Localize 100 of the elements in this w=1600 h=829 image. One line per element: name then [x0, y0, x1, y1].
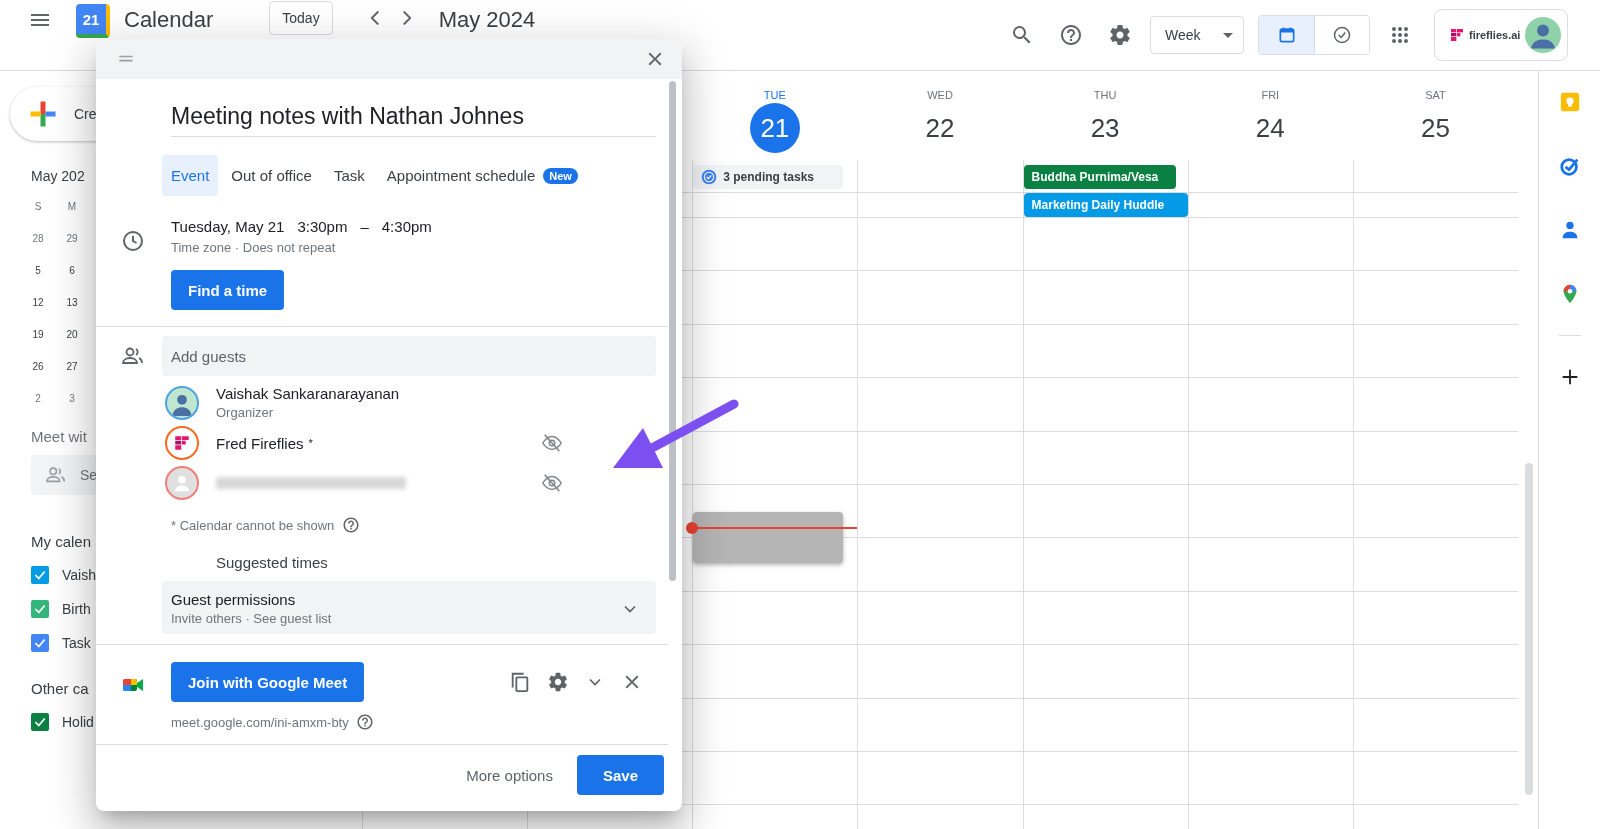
start-time[interactable]: 3:30pm — [297, 218, 348, 235]
previous-button[interactable] — [370, 11, 380, 25]
find-a-time-button[interactable]: Find a time — [171, 270, 285, 310]
guest-name: Fred Fireflies — [216, 434, 304, 452]
next-button[interactable] — [401, 11, 411, 25]
event-type-tab[interactable]: Task — [324, 155, 374, 196]
dropdown-arrow-icon — [1223, 32, 1233, 38]
eye-off-icon — [541, 432, 563, 454]
mini-calendar-day[interactable]: 13 — [55, 292, 89, 314]
checkbox[interactable] — [31, 600, 49, 618]
guest-name: Vaishak Sankaranarayanan — [216, 385, 400, 402]
help-icon[interactable] — [355, 713, 374, 731]
guest-permissions-panel[interactable]: Guest permissions Invite others · See guest list — [162, 581, 656, 634]
tasks-icon[interactable] — [1559, 155, 1581, 177]
weekday-label: SAT — [1425, 89, 1446, 101]
panel-summary: Invite others · See guest list — [171, 611, 332, 626]
day-number[interactable]: 21 — [749, 103, 800, 153]
calendar-name: Holid — [62, 714, 94, 730]
section-heading: Other ca — [31, 680, 89, 697]
help-icon[interactable] — [342, 516, 361, 534]
section-heading: My calen — [31, 533, 92, 550]
time-separator: – — [360, 218, 369, 235]
help-icon[interactable] — [1059, 23, 1083, 47]
settings-icon[interactable] — [547, 671, 569, 693]
event-date[interactable]: Tuesday, May 21 — [171, 218, 285, 235]
event-type-tab[interactable]: Appointment schedule New — [377, 155, 587, 196]
check-icon — [33, 602, 47, 616]
mini-calendar-day[interactable]: 19 — [21, 324, 55, 346]
settings-icon[interactable] — [1108, 23, 1132, 47]
event-type-tab[interactable]: Event — [162, 155, 219, 196]
day-number[interactable]: 25 — [1410, 103, 1461, 153]
brand-name: fireflies.ai — [1469, 29, 1521, 41]
fireflies-logo-icon — [1449, 27, 1465, 43]
task-check-icon — [701, 169, 718, 185]
date-range: May 2024 — [438, 7, 536, 33]
plus-icon — [28, 99, 58, 129]
mini-calendar-day[interactable]: 12 — [21, 292, 55, 314]
weekday-label: WED — [927, 89, 953, 101]
check-icon — [33, 636, 47, 650]
section-heading: Meet wit — [31, 428, 87, 445]
weekday-label: TUE — [763, 89, 786, 101]
scrollbar[interactable] — [1525, 463, 1533, 795]
checkbox[interactable] — [31, 566, 49, 584]
title-field[interactable]: Meeting notes with Nathan Johnes — [171, 97, 656, 137]
avatar-icon — [1525, 17, 1561, 53]
suggested-times[interactable]: Suggested times — [216, 554, 656, 571]
mini-calendar-day[interactable]: 27 — [55, 356, 89, 378]
mini-calendar-day[interactable]: 26 — [21, 356, 55, 378]
weekday-label: S — [33, 200, 43, 214]
mini-calendar-day[interactable]: 6 — [55, 260, 89, 282]
mini-calendar-day[interactable]: 29 — [55, 228, 89, 250]
join-meet-button[interactable]: Join with Google Meet — [171, 662, 365, 702]
today-button[interactable]: Today — [269, 1, 333, 35]
mini-calendar-day[interactable]: 3 — [55, 388, 89, 410]
more-options-button[interactable]: More options — [460, 765, 559, 785]
mini-calendar-month: May 202 — [31, 168, 85, 184]
mini-calendar-day[interactable]: 28 — [21, 228, 55, 250]
eye-off-icon — [541, 472, 563, 494]
end-time[interactable]: 4:30pm — [381, 218, 432, 235]
copy-icon[interactable] — [509, 671, 531, 693]
footnote-marker: * — [308, 437, 313, 449]
weekday-label: THU — [1093, 89, 1117, 101]
account-chip[interactable]: fireflies.ai — [1434, 9, 1568, 61]
day-number[interactable]: 23 — [1080, 103, 1131, 153]
event-type-tab[interactable]: Out of office — [222, 155, 321, 196]
view-dropdown[interactable]: Week — [1150, 16, 1244, 54]
scrollbar[interactable] — [669, 81, 676, 581]
chevron-left-icon — [370, 11, 380, 25]
check-icon — [33, 568, 47, 582]
mini-calendar-day[interactable]: 5 — [21, 260, 55, 282]
fireflies-logo-icon — [173, 434, 191, 452]
guest-role: Organizer — [216, 405, 275, 420]
calendar-name: Vaish — [62, 567, 96, 583]
chevron-right-icon — [401, 11, 411, 25]
panel-title: Guest permissions — [171, 591, 297, 608]
add-guests-field[interactable]: Add guests — [162, 336, 656, 376]
calendar-note: * Calendar cannot be shown — [171, 517, 335, 533]
checkbox[interactable] — [31, 634, 49, 652]
chip-label: 3 pending tasks — [723, 170, 814, 184]
check-icon — [33, 715, 47, 729]
clock-icon — [121, 229, 145, 253]
pending-tasks-chip[interactable]: 3 pending tasks — [693, 165, 844, 189]
meet-link[interactable]: meet.google.com/ini-amxm-bty — [171, 714, 349, 730]
check-circle-icon — [1332, 25, 1352, 45]
mini-calendar-day[interactable]: 20 — [55, 324, 89, 346]
weekday-label: FRI — [1261, 89, 1280, 101]
app-name: Calendar — [124, 7, 214, 33]
save-button[interactable]: Save — [576, 755, 664, 795]
all-day-event[interactable]: Buddha Purnima/Vesa — [1023, 165, 1176, 189]
checkbox[interactable] — [31, 713, 49, 731]
day-number[interactable]: 24 — [1245, 103, 1296, 153]
weekday-label: M — [66, 200, 78, 214]
tasks-view-toggle[interactable] — [1314, 16, 1369, 54]
person-silhouette-icon — [172, 473, 192, 493]
event-details[interactable]: Time zone · Does not repeat — [171, 240, 656, 255]
calendar-logo: 21 — [76, 4, 110, 38]
day-number[interactable]: 22 — [915, 103, 965, 153]
calendar-view-toggle[interactable] — [1259, 16, 1314, 54]
mini-calendar-day[interactable]: 2 — [21, 388, 55, 410]
new-badge: New — [543, 167, 578, 184]
